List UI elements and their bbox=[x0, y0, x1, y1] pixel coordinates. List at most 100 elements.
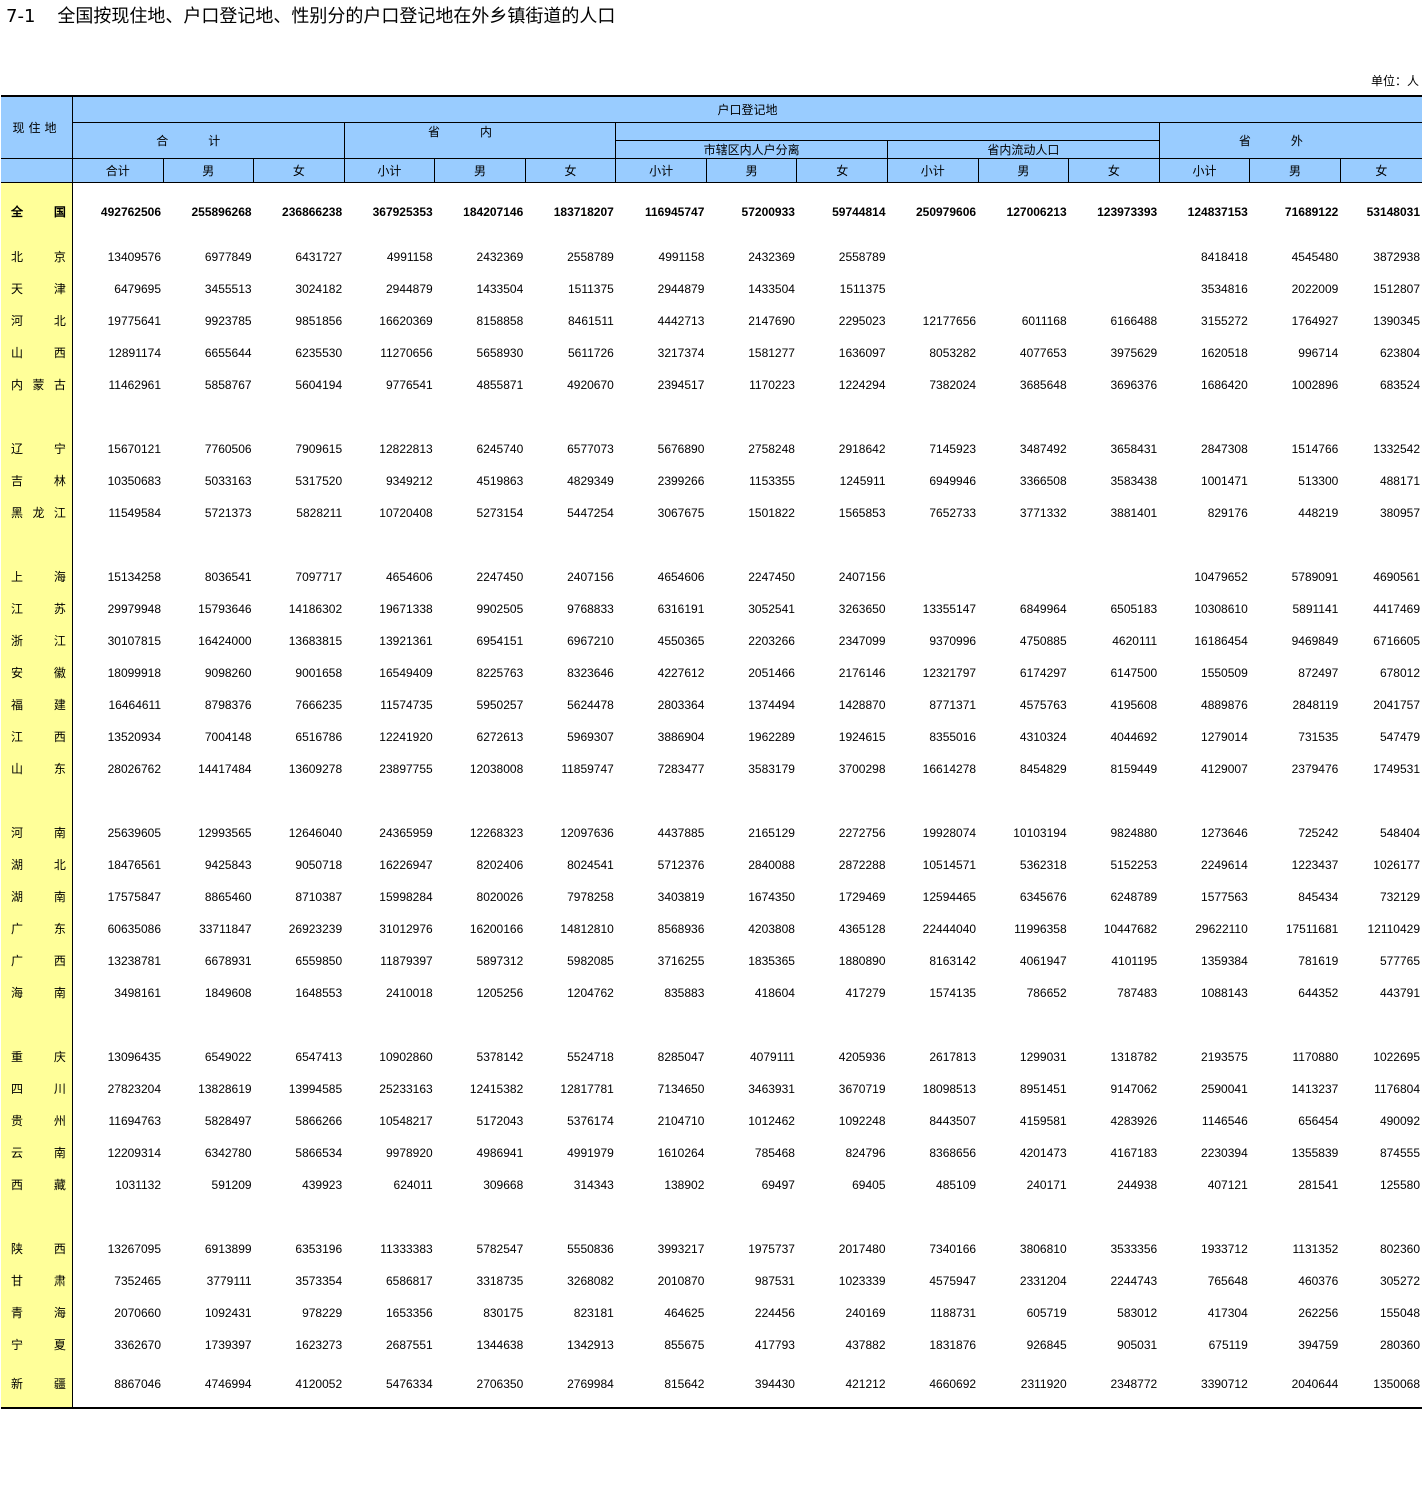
table-cell: 2311920 bbox=[1020, 1376, 1067, 1391]
table-cell: 9370996 bbox=[929, 633, 977, 648]
table-cell: 16464611 bbox=[108, 697, 162, 712]
table-cell: 69497 bbox=[761, 1177, 795, 1192]
table-cell: 9349212 bbox=[385, 473, 433, 488]
table-cell: 1279014 bbox=[1201, 729, 1248, 744]
table-cell: 2104710 bbox=[657, 1113, 705, 1128]
table-cell: 18476561 bbox=[107, 857, 161, 872]
table-cell bbox=[344, 529, 435, 561]
table-cell bbox=[344, 401, 435, 433]
table-row: 福建 16464611 8798376 7666235 11574735 5950257 5… bbox=[1, 688, 1422, 721]
table-row: 西藏 1031132 591209 439923 624011 309668 314343 1… bbox=[1, 1168, 1422, 1201]
region-name: 海南 bbox=[1, 976, 73, 1009]
table-cell: 1299031 bbox=[1019, 1049, 1067, 1064]
table-cell bbox=[1250, 529, 1341, 561]
table-cell: 3534816 bbox=[1201, 281, 1248, 296]
table-cell: 7134650 bbox=[657, 1081, 705, 1096]
region-name: 宁夏 bbox=[1, 1328, 73, 1361]
table-cell: 2590041 bbox=[1201, 1081, 1248, 1096]
table-cell: 9147062 bbox=[1110, 1081, 1158, 1096]
table-cell: 1023339 bbox=[838, 1273, 886, 1288]
header-in-province-bottom bbox=[343, 140, 616, 159]
table-cell: 6913899 bbox=[204, 1241, 252, 1256]
table-cell: 3268082 bbox=[567, 1273, 614, 1288]
table-cell: 3155272 bbox=[1201, 313, 1248, 328]
table-cell bbox=[72, 401, 163, 433]
table-cell: 11549584 bbox=[108, 505, 162, 520]
table-cell: 6516786 bbox=[295, 729, 343, 744]
spacer-row bbox=[1, 1008, 1422, 1041]
region-name: 山西 bbox=[1, 336, 73, 369]
table-cell: 4227612 bbox=[657, 665, 705, 680]
table-cell: 2193575 bbox=[1201, 1049, 1248, 1064]
table-cell: 4061947 bbox=[1019, 953, 1067, 968]
table-cell: 5712376 bbox=[657, 857, 705, 872]
table-cell bbox=[888, 1009, 979, 1041]
table-cell bbox=[1069, 529, 1160, 561]
table-cell: 4690561 bbox=[1373, 569, 1420, 584]
region-name: 云南 bbox=[1, 1136, 73, 1169]
table-cell bbox=[163, 785, 254, 817]
spacer-row bbox=[1, 400, 1422, 433]
table-cell: 577765 bbox=[1379, 953, 1420, 968]
table-cell: 4120052 bbox=[295, 1376, 343, 1391]
table-cell bbox=[706, 785, 797, 817]
table-row: 吉林 10350683 5033163 5317520 9349212 4519863 48… bbox=[1, 464, 1422, 497]
table-cell: 6272613 bbox=[476, 729, 524, 744]
table-cell: 1350068 bbox=[1373, 1376, 1420, 1391]
table-cell bbox=[72, 785, 163, 817]
table-cell bbox=[797, 1201, 888, 1233]
table-cell: 11996358 bbox=[1014, 921, 1067, 936]
table-cell: 17511681 bbox=[1285, 921, 1339, 936]
table-cell bbox=[1340, 401, 1422, 433]
table-cell bbox=[525, 529, 616, 561]
table-cell: 1648553 bbox=[295, 985, 343, 1000]
table-cell: 1433504 bbox=[476, 281, 524, 296]
table-cell: 3318735 bbox=[476, 1273, 524, 1288]
table-cell: 8454829 bbox=[1019, 761, 1067, 776]
table-cell: 1022695 bbox=[1373, 1049, 1420, 1064]
table-cell: 2348772 bbox=[1110, 1376, 1158, 1391]
table-cell: 13238781 bbox=[107, 953, 161, 968]
table-cell bbox=[254, 401, 345, 433]
table-cell bbox=[525, 1009, 616, 1041]
table-cell: 8867046 bbox=[114, 1376, 161, 1391]
table-cell: 5828211 bbox=[296, 505, 343, 520]
table-cell: 8202406 bbox=[476, 857, 524, 872]
subheader-cell: 小计 bbox=[887, 158, 979, 183]
region-name: 湖北 bbox=[1, 848, 73, 881]
table-cell: 1374494 bbox=[748, 697, 795, 712]
table-cell: 8285047 bbox=[657, 1049, 705, 1064]
table-cell bbox=[888, 241, 979, 273]
region-name: 全国 bbox=[1, 182, 73, 241]
table-row: 河北 19775641 9923785 9851856 16620369 8158858 8… bbox=[1, 304, 1422, 337]
table-cell: 12891174 bbox=[108, 345, 162, 360]
table-cell: 460376 bbox=[1298, 1273, 1339, 1288]
region-name bbox=[1, 784, 73, 817]
table-cell: 2010870 bbox=[657, 1273, 705, 1288]
table-cell: 13096435 bbox=[107, 1049, 161, 1064]
table-cell: 2407156 bbox=[838, 569, 886, 584]
table-body: 全国 492762506 255896268 236866238 367925353 18… bbox=[1, 182, 1422, 1407]
table-cell: 1831876 bbox=[929, 1337, 977, 1352]
table-cell: 978229 bbox=[302, 1305, 343, 1320]
table-cell: 1359384 bbox=[1201, 953, 1248, 968]
table-cell: 22444040 bbox=[922, 921, 977, 936]
table-row: 江西 13520934 7004148 6516786 12241920 6272613 5… bbox=[1, 720, 1422, 753]
table-cell: 3716255 bbox=[657, 953, 705, 968]
table-cell bbox=[1069, 1201, 1160, 1233]
region-name: 内蒙古 bbox=[1, 368, 73, 401]
table-cell: 3685648 bbox=[1019, 377, 1067, 392]
region-name: 新疆 bbox=[1, 1360, 73, 1407]
region-name: 甘肃 bbox=[1, 1264, 73, 1297]
table-cell: 6505183 bbox=[1110, 601, 1158, 616]
table-cell: 2165129 bbox=[748, 825, 795, 840]
table-cell: 835883 bbox=[664, 985, 705, 1000]
table-cell bbox=[344, 1201, 435, 1233]
table-cell: 4417469 bbox=[1373, 601, 1420, 616]
table-cell: 3975629 bbox=[1110, 345, 1158, 360]
table-cell: 4920670 bbox=[567, 377, 614, 392]
table-cell bbox=[435, 401, 526, 433]
table-cell: 380957 bbox=[1379, 505, 1420, 520]
table-cell: 3779111 bbox=[206, 1273, 252, 1288]
table-cell: 6577073 bbox=[567, 441, 614, 456]
